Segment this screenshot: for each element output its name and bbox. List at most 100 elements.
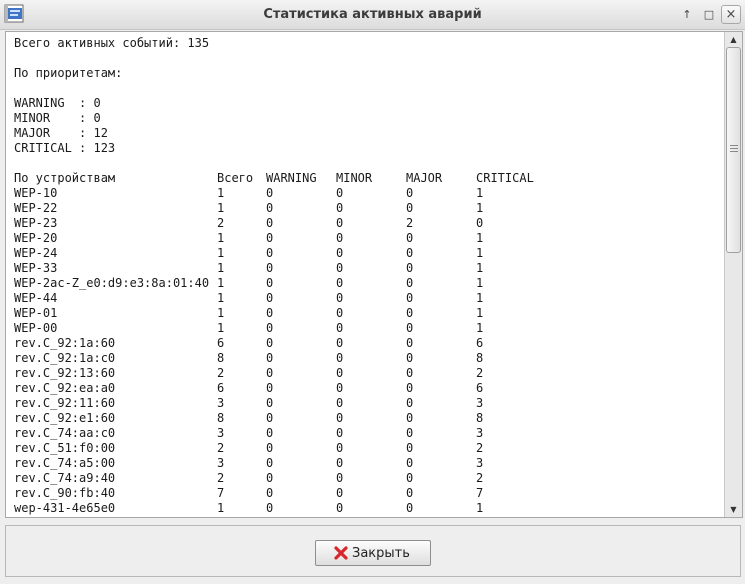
minor-count: 0: [336, 441, 344, 455]
minor-count: 0: [336, 306, 344, 320]
device-name: rev.C_92:1a:c0: [14, 351, 116, 365]
warning-count: 0: [266, 456, 274, 470]
major-count: 0: [406, 351, 414, 365]
warning-count: 0: [266, 441, 274, 455]
device-table-header: По устройствам Всего WARNING MINOR MAJOR…: [6, 171, 716, 186]
column-header-minor: MINOR: [336, 171, 373, 185]
arrow-up-icon[interactable]: ↑: [677, 5, 697, 24]
table-row: WEP-01 1 0 0 0 1: [6, 306, 716, 321]
minor-count: 0: [336, 456, 344, 470]
column-header-total: Всего: [217, 171, 254, 185]
critical-count: 1: [476, 186, 484, 200]
scroll-up-arrow-icon[interactable]: ▲: [725, 32, 742, 47]
minor-count: 0: [336, 351, 344, 365]
thumb-grip-line: [730, 145, 738, 146]
total-count: 6: [217, 336, 225, 350]
vertical-scrollbar[interactable]: ▲ ▼: [724, 32, 742, 517]
critical-count: 6: [476, 381, 484, 395]
major-count: 0: [406, 426, 414, 440]
statistics-text-panel[interactable]: Всего активных событий: 135 По приоритет…: [5, 31, 743, 518]
major-count: 0: [406, 366, 414, 380]
minor-count: 0: [336, 366, 344, 380]
table-row: rev.C_92:1a:60 6 0 0 0 6: [6, 336, 716, 351]
total-count: 1: [217, 306, 225, 320]
thumb-grip-line: [730, 148, 738, 149]
scroll-down-arrow-icon[interactable]: ▼: [725, 502, 742, 517]
critical-count: 8: [476, 411, 484, 425]
minor-count: 0: [336, 501, 344, 515]
critical-count: 0: [476, 216, 484, 230]
warning-count: 0: [266, 396, 274, 410]
total-count: 2: [217, 471, 225, 485]
total-count: 8: [217, 411, 225, 425]
table-row: rev.C_90:fb:40 7 0 0 0 7: [6, 486, 716, 501]
minor-count: 0: [336, 381, 344, 395]
critical-count: 1: [476, 306, 484, 320]
table-row: WEP-20 1 0 0 0 1: [6, 231, 716, 246]
warning-count: 0: [266, 411, 274, 425]
major-count: 0: [406, 396, 414, 410]
minor-count: 0: [336, 186, 344, 200]
warning-count: 0: [266, 426, 274, 440]
table-row: WEP-22 1 0 0 0 1: [6, 201, 716, 216]
device-name: WEP-2ac-Z_e0:d9:e3:8a:01:40: [14, 276, 210, 290]
total-count: 8: [217, 351, 225, 365]
critical-count: 1: [476, 276, 484, 290]
device-name: WEP-44: [14, 291, 58, 305]
total-events-line: Всего активных событий: 135: [14, 36, 210, 50]
device-name: WEP-23: [14, 216, 58, 230]
column-header-device: По устройствам: [14, 171, 116, 185]
table-row: rev.C_51:f0:00 2 0 0 0 2: [6, 441, 716, 456]
minor-count: 0: [336, 411, 344, 425]
minor-count: 0: [336, 426, 344, 440]
warning-count: 0: [266, 261, 274, 275]
minor-count: 0: [336, 246, 344, 260]
priority-minor: MINOR : 0: [14, 111, 101, 125]
minor-count: 0: [336, 231, 344, 245]
minor-count: 0: [336, 471, 344, 485]
close-icon[interactable]: ×: [721, 5, 741, 24]
total-count: 3: [217, 396, 225, 410]
column-header-major: MAJOR: [406, 171, 443, 185]
warning-count: 0: [266, 381, 274, 395]
table-row: wep-431-4e65e0 1 0 0 0 1: [6, 501, 716, 516]
minor-count: 0: [336, 261, 344, 275]
priority-warning: WARNING : 0: [14, 96, 101, 110]
total-count: 2: [217, 441, 225, 455]
minor-count: 0: [336, 216, 344, 230]
total-count: 2: [217, 216, 225, 230]
table-row: WEP-10 1 0 0 0 1: [6, 186, 716, 201]
total-count: 6: [217, 381, 225, 395]
scrollbar-thumb[interactable]: [726, 47, 741, 253]
title-bar[interactable]: Статистика активных аварий ↑ □ ×: [0, 0, 745, 30]
minor-count: 0: [336, 276, 344, 290]
table-row: rev.C_92:ea:a0 6 0 0 0 6: [6, 381, 716, 396]
warning-count: 0: [266, 201, 274, 215]
device-name: rev.C_92:13:60: [14, 366, 116, 380]
warning-count: 0: [266, 276, 274, 290]
major-count: 0: [406, 501, 414, 515]
warning-count: 0: [266, 501, 274, 515]
critical-count: 1: [476, 246, 484, 260]
critical-count: 1: [476, 261, 484, 275]
major-count: 0: [406, 336, 414, 350]
device-name: rev.C_92:1a:60: [14, 336, 116, 350]
priority-major: MAJOR : 12: [14, 126, 108, 140]
total-count: 2: [217, 366, 225, 380]
maximize-icon[interactable]: □: [699, 5, 719, 24]
column-header-critical: CRITICAL: [476, 171, 534, 185]
major-count: 0: [406, 231, 414, 245]
major-count: 0: [406, 186, 414, 200]
warning-count: 0: [266, 291, 274, 305]
statistics-text[interactable]: Всего активных событий: 135 По приоритет…: [6, 32, 724, 517]
total-count: 1: [217, 231, 225, 245]
device-name: rev.C_74:aa:c0: [14, 426, 116, 440]
total-count: 1: [217, 261, 225, 275]
close-button[interactable]: Закрыть: [315, 540, 431, 566]
major-count: 2: [406, 216, 414, 230]
warning-count: 0: [266, 351, 274, 365]
major-count: 0: [406, 306, 414, 320]
total-count: 1: [217, 276, 225, 290]
warning-count: 0: [266, 231, 274, 245]
critical-count: 3: [476, 426, 484, 440]
